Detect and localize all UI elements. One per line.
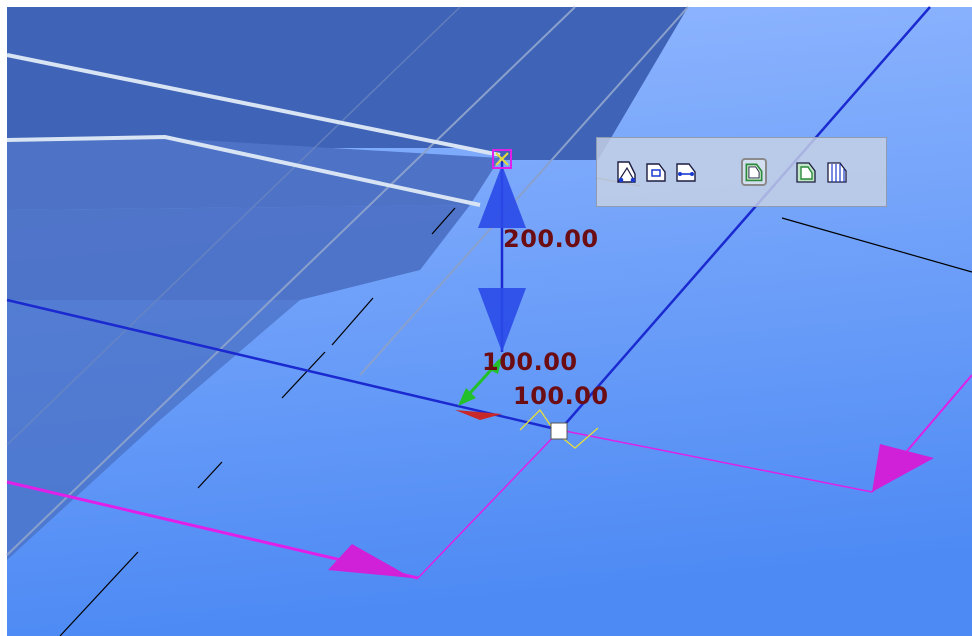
face-vertex-icon bbox=[617, 161, 636, 183]
scene-canvas[interactable] bbox=[0, 0, 972, 636]
dim-red-axis-label[interactable]: 100.00 bbox=[513, 382, 609, 410]
face-selection-icon bbox=[745, 163, 763, 182]
dim-vertical-label[interactable]: 200.00 bbox=[503, 225, 599, 253]
3d-viewport[interactable]: 200.00 100.00 100.00 bbox=[0, 0, 972, 636]
origin-handle[interactable] bbox=[550, 422, 568, 440]
face-fill-icon bbox=[796, 162, 816, 183]
edge-midpoint-button[interactable] bbox=[673, 158, 699, 186]
face-selection-button[interactable] bbox=[741, 158, 767, 186]
viewport-top-frame bbox=[0, 0, 972, 7]
viewport-left-frame bbox=[0, 0, 7, 636]
face-fill-button[interactable] bbox=[793, 158, 819, 186]
face-edge-button[interactable] bbox=[643, 158, 669, 186]
pattern-lines-button[interactable] bbox=[824, 158, 850, 186]
face-edge-icon bbox=[646, 163, 666, 182]
pattern-lines-icon bbox=[827, 162, 847, 183]
dim-green-axis-label[interactable]: 100.00 bbox=[482, 348, 578, 376]
face-vertex-button[interactable] bbox=[613, 158, 639, 186]
edge-midpoint-icon bbox=[676, 163, 696, 182]
tool-palette bbox=[596, 137, 887, 207]
